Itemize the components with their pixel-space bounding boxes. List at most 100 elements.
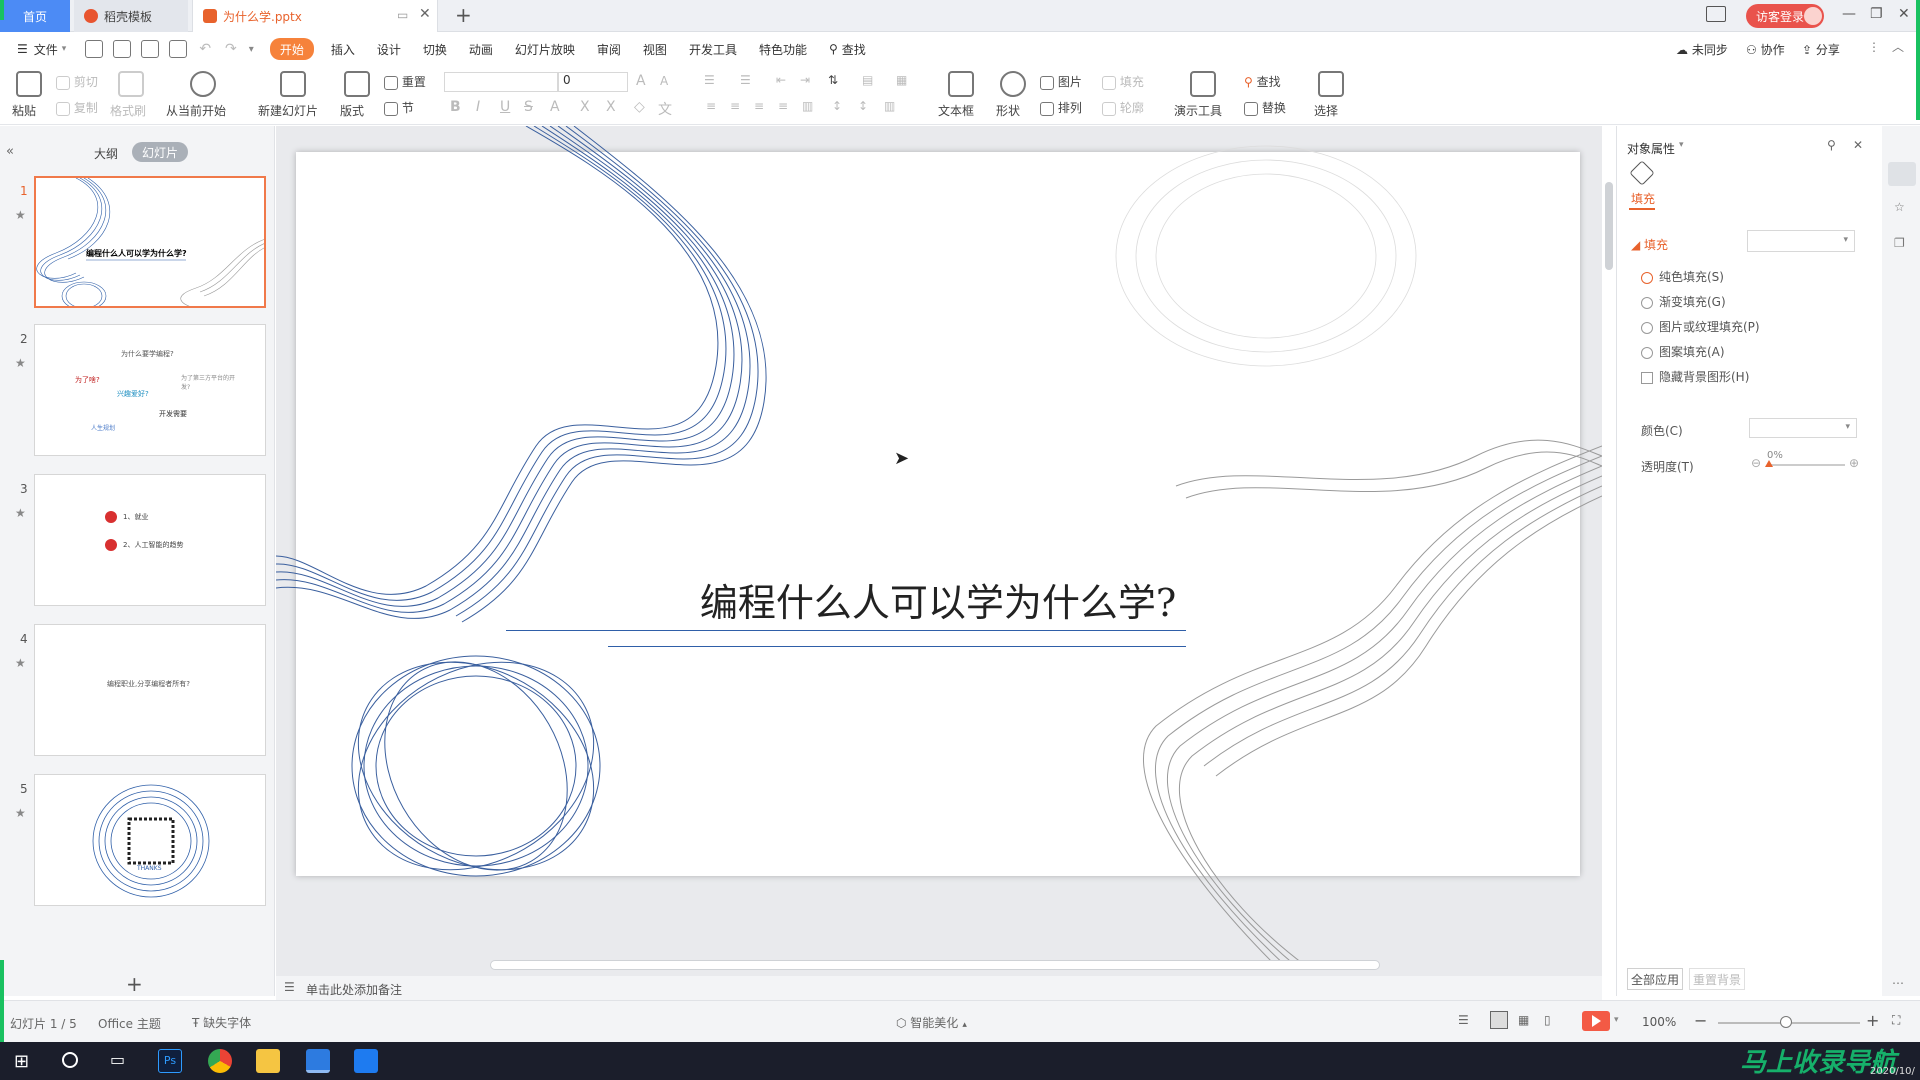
bold-icon[interactable]: B: [450, 99, 461, 115]
print-icon[interactable]: [141, 40, 160, 58]
tab-slides[interactable]: 幻灯片: [132, 142, 188, 162]
tab-docer[interactable]: 稻壳模板: [74, 0, 188, 32]
slide-thumbnail-3[interactable]: 1、就业 2、人工智能的趋势: [34, 474, 266, 606]
search-icon[interactable]: [62, 1052, 78, 1068]
section-button[interactable]: 节: [402, 101, 414, 115]
undo-icon[interactable]: ↶: [199, 41, 211, 57]
normal-view-icon[interactable]: [1490, 1011, 1508, 1029]
radio-gradient-fill[interactable]: 渐变填充(G): [1641, 293, 1726, 310]
find-button[interactable]: 查找: [1257, 75, 1281, 89]
more-icon[interactable]: ⋮: [1868, 40, 1880, 54]
copy-button[interactable]: 复制: [74, 101, 98, 115]
sync-button[interactable]: ☁ 未同步: [1676, 41, 1728, 58]
new-slide-button[interactable]: 新建幻灯片: [258, 102, 318, 119]
new-tab-icon[interactable]: +: [455, 3, 472, 27]
cut-button[interactable]: 剪切: [74, 75, 98, 89]
tab-outline[interactable]: 大纲: [94, 145, 118, 162]
more-icon[interactable]: ⋯: [1892, 976, 1904, 990]
tab-home[interactable]: 首页: [0, 0, 70, 32]
distribute-icon[interactable]: ▥: [802, 99, 813, 113]
layout-button[interactable]: 版式: [340, 102, 364, 119]
shrink-font-icon[interactable]: A: [660, 74, 668, 88]
phonetic-icon[interactable]: 文: [658, 99, 672, 119]
close-window-icon[interactable]: ✕: [1898, 6, 1910, 22]
italic-icon[interactable]: I: [476, 99, 480, 115]
layout-icon[interactable]: [344, 71, 370, 97]
redo-icon[interactable]: ↷: [225, 41, 237, 57]
underline-icon[interactable]: U: [500, 99, 510, 115]
zoom-slider-handle[interactable]: [1780, 1016, 1792, 1028]
picture-button[interactable]: 图片: [1058, 75, 1082, 89]
paste-button[interactable]: 粘贴: [12, 102, 36, 119]
align-right-icon[interactable]: ≡: [754, 99, 764, 113]
menu-slideshow[interactable]: 幻灯片放映: [504, 38, 586, 60]
grow-font-icon[interactable]: A: [636, 73, 646, 89]
decrease-icon[interactable]: ⊖: [1751, 456, 1761, 470]
pin-icon[interactable]: ⚲: [1827, 138, 1836, 152]
menu-insert[interactable]: 插入: [320, 38, 366, 60]
play-slideshow-button[interactable]: [1582, 1011, 1610, 1031]
chevron-down-icon[interactable]: ▾: [1679, 140, 1684, 150]
arrange-button[interactable]: 排列: [1058, 101, 1082, 115]
strikethrough-icon[interactable]: S: [524, 99, 533, 115]
theme-name[interactable]: Office 主题: [98, 1015, 161, 1032]
align-text-icon[interactable]: ▤: [862, 73, 873, 87]
transparency-slider[interactable]: [1767, 464, 1845, 466]
wps-icon[interactable]: [306, 1049, 330, 1073]
align-left-icon[interactable]: ≡: [706, 99, 716, 113]
menu-view[interactable]: 视图: [632, 38, 678, 60]
apply-all-button[interactable]: 全部应用: [1627, 968, 1683, 990]
format-painter-icon[interactable]: [118, 71, 144, 97]
app-icon[interactable]: [354, 1049, 378, 1073]
radio-solid-fill[interactable]: 纯色填充(S): [1641, 268, 1724, 285]
play-from-current-icon[interactable]: [190, 71, 216, 97]
clear-format-icon[interactable]: ◇: [634, 99, 645, 115]
color-select[interactable]: ▾: [1749, 418, 1857, 438]
add-slide-icon[interactable]: +: [126, 972, 143, 996]
copy-frame-icon[interactable]: ❐: [1894, 236, 1905, 250]
notes-area[interactable]: ☰ 单击此处添加备注: [276, 976, 1602, 1000]
menu-special[interactable]: 特色功能: [748, 38, 818, 60]
close-tab-icon[interactable]: ✕: [419, 6, 431, 22]
reset-button[interactable]: 重置: [402, 75, 426, 89]
zoom-out-icon[interactable]: −: [1694, 1011, 1707, 1030]
radio-picture-fill[interactable]: 图片或纹理填充(P): [1641, 318, 1760, 335]
collapse-panel-icon[interactable]: «: [6, 144, 14, 159]
menu-review[interactable]: 审阅: [586, 38, 632, 60]
tab-file[interactable]: 为什么学.pptx ▭ ✕: [192, 0, 438, 32]
minimize-icon[interactable]: —: [1842, 6, 1856, 22]
task-view-icon[interactable]: ▭: [110, 1050, 125, 1069]
slide-title[interactable]: 编程什么人可以学为什么学?: [296, 572, 1580, 627]
fill-type-select[interactable]: ▾: [1747, 230, 1855, 252]
font-size-select[interactable]: 0: [558, 72, 628, 92]
windows-start-icon[interactable]: ⊞: [14, 1051, 29, 1072]
convert-smartart-icon[interactable]: ▦: [896, 73, 907, 87]
line-spacing-icon[interactable]: ↕: [832, 99, 842, 113]
tab-fill[interactable]: 填充: [1631, 190, 1655, 207]
play-from-current-button[interactable]: 从当前开始: [166, 102, 226, 119]
present-tools-icon[interactable]: [1190, 71, 1216, 97]
maximize-icon[interactable]: ❐: [1870, 6, 1883, 22]
subscript-icon[interactable]: X: [606, 99, 616, 115]
font-family-select[interactable]: [444, 72, 558, 92]
format-painter-button[interactable]: 格式刷: [110, 102, 146, 119]
paste-icon[interactable]: [16, 71, 42, 97]
fit-window-icon[interactable]: ⛶: [1892, 1013, 1900, 1028]
justify-icon[interactable]: ≡: [778, 99, 788, 113]
select-button[interactable]: 选择: [1314, 102, 1338, 119]
radio-pattern-fill[interactable]: 图案填充(A): [1641, 343, 1725, 360]
zoom-level[interactable]: 100%: [1642, 1015, 1676, 1029]
paragraph-spacing-icon[interactable]: ↕: [858, 99, 868, 113]
font-color-icon[interactable]: A: [550, 99, 560, 115]
zoom-in-icon[interactable]: +: [1866, 1011, 1879, 1030]
photoshop-icon[interactable]: Ps: [158, 1049, 182, 1073]
align-center-icon[interactable]: ≡: [730, 99, 740, 113]
collapse-ribbon-icon[interactable]: ︿: [1892, 38, 1904, 55]
menu-file[interactable]: ☰ 文件 ▾: [6, 38, 77, 60]
text-direction-icon[interactable]: ⇅: [828, 73, 838, 87]
slide-thumbnail-5[interactable]: THANKS: [34, 774, 266, 906]
slide-thumbnail-2[interactable]: 为什么要学编程? 为了啥? 兴趣爱好? 开发需要 为了第三方平台的开发? 人生规…: [34, 324, 266, 456]
properties-icon[interactable]: [1888, 162, 1916, 186]
fill-bucket-icon[interactable]: [1629, 160, 1655, 186]
shape-button[interactable]: 形状: [996, 102, 1020, 119]
